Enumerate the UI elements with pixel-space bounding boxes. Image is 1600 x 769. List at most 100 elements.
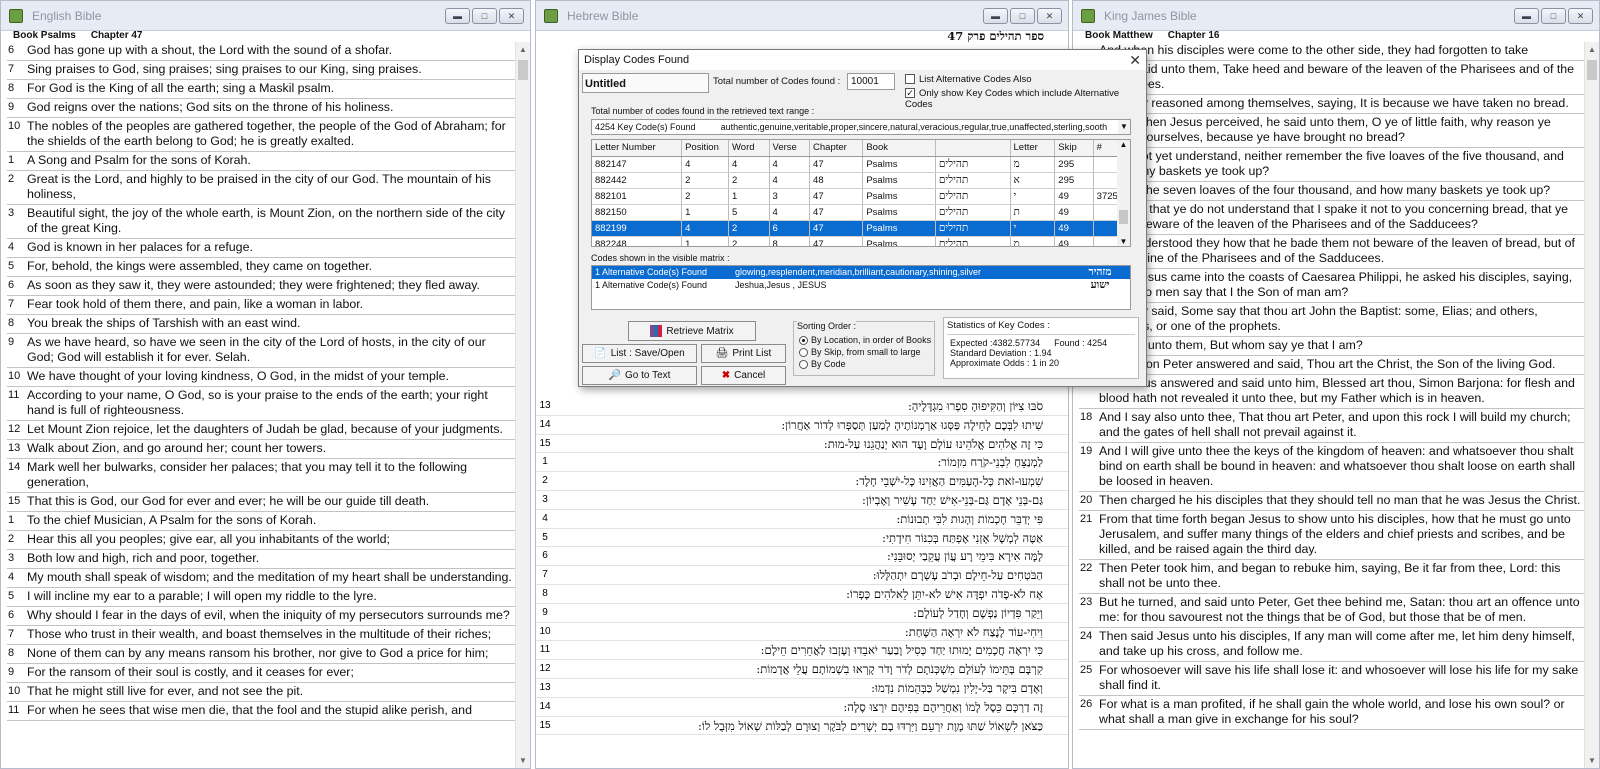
- verse-row[interactable]: 9 For the ransom of their soul is costly,…: [7, 664, 516, 683]
- verse-row[interactable]: Neither the seven loaves of the four tho…: [1079, 182, 1585, 201]
- sort-option-radio[interactable]: By Code: [799, 358, 931, 370]
- radio-icon[interactable]: [799, 336, 808, 346]
- verse-row[interactable]: 8 None of them can by any means ransom hi…: [7, 645, 516, 664]
- verse-row[interactable]: 9 God reigns over the nations; God sits o…: [7, 99, 516, 118]
- sort-option-radio[interactable]: By Skip, from small to large: [799, 346, 931, 358]
- verse-row[interactable]: 4 God is known in her palaces for a refug…: [7, 239, 516, 258]
- column-header[interactable]: Letter: [1010, 140, 1056, 157]
- verse-row[interactable]: And they reasoned among themselves, sayi…: [1079, 95, 1585, 114]
- visible-code-row[interactable]: 1 Alternative Code(s) Found glowing,respl…: [592, 266, 1130, 279]
- verse-row[interactable]: He saith unto them, But whom say ye that…: [1079, 337, 1585, 356]
- hebrew-verse-row[interactable]: 14 זֶה דַרְכָּם כֵּסֶל לָמוֹ וְאַחֲרֵיהֶם…: [536, 698, 1068, 717]
- name-field[interactable]: Untitled: [582, 73, 709, 93]
- scroll-down-icon[interactable]: ▼: [516, 753, 530, 768]
- only-key-codes-checkbox[interactable]: ✓ Only show Key Codes which include Alter…: [905, 88, 1146, 110]
- verse-row[interactable]: 6 As soon as they saw it, they were astou…: [7, 277, 516, 296]
- verse-row[interactable]: 18 And I say also unto thee, That thou ar…: [1079, 409, 1585, 443]
- close-button[interactable]: ✕: [499, 8, 524, 24]
- total-codes-input[interactable]: 10001: [847, 73, 895, 90]
- list-alt-codes-checkbox[interactable]: List Alternative Codes Also: [905, 74, 1031, 85]
- verse-row[interactable]: Jesus said unto them, Take heed and bewa…: [1079, 61, 1585, 95]
- scroll-down-icon[interactable]: ▼: [1585, 753, 1599, 768]
- column-header[interactable]: Letter Number: [592, 140, 683, 157]
- verse-row[interactable]: 16And Simon Peter answered and said, Tho…: [1079, 356, 1585, 375]
- verse-row[interactable]: And they said, Some say that thou art Jo…: [1079, 303, 1585, 337]
- column-header[interactable]: Verse: [769, 140, 811, 157]
- hebrew-verse-row[interactable]: 13 סֹבּוּ צִיּוֹן וְהַקִּיפוּהָ סִפְרוּ מ…: [536, 397, 1068, 416]
- close-button[interactable]: ✕: [1568, 8, 1593, 24]
- verse-row[interactable]: 3 Both low and high, rich and poor, toget…: [7, 550, 516, 569]
- print-list-button[interactable]: 🖨 Print List: [701, 344, 786, 363]
- dialog-close-icon[interactable]: ✕: [1129, 50, 1141, 70]
- verse-row[interactable]: 25 For whosoever will save his life shall…: [1079, 662, 1585, 696]
- column-header[interactable]: Chapter: [809, 140, 864, 157]
- hebrew-verse-row[interactable]: 15 כַּצֹּאן לִשְׁאוֹל שַׁתּוּ מָוֶת יִרְע…: [536, 717, 1068, 736]
- verse-row[interactable]: 8 You break the ships of Tarshish with an…: [7, 315, 516, 334]
- verse-row[interactable]: 23 But he turned, and said unto Peter, Ge…: [1079, 594, 1585, 628]
- scroll-down-icon[interactable]: ▼: [1117, 237, 1130, 246]
- table-row[interactable]: 882199 4 2 6 47 Psalms תהילים י 49: [592, 220, 1130, 237]
- hebrew-verse-row[interactable]: 11 כִּי יִרְאֶה חֲכָמִים יָמוּתוּ יַחַד כ…: [536, 641, 1068, 661]
- verse-row[interactable]: 6 Why should I fear in the days of evil, …: [7, 607, 516, 626]
- kjv-scrollbar[interactable]: ▲ ▼: [1584, 42, 1599, 768]
- verse-row[interactable]: Which when Jesus perceived, he said unto…: [1079, 114, 1585, 148]
- verse-row[interactable]: Do ye not yet understand, neither rememb…: [1079, 148, 1585, 182]
- column-header[interactable]: Word: [728, 140, 770, 157]
- scroll-thumb[interactable]: [1587, 60, 1597, 80]
- verse-row[interactable]: 10 The nobles of the peoples are gathered…: [7, 118, 516, 152]
- visible-code-row[interactable]: 1 Alternative Code(s) Found Jeshua,Jesus …: [592, 279, 1130, 292]
- table-row[interactable]: 882442 2 2 4 48 Psalms תהילים א 295: [592, 172, 1130, 189]
- scroll-up-icon[interactable]: ▲: [1117, 140, 1130, 149]
- list-save-open-button[interactable]: 📄 List : Save/Open: [582, 344, 697, 363]
- verse-row[interactable]: 7 Those who trust in their wealth, and bo…: [7, 626, 516, 645]
- verse-row[interactable]: 5 I will incline my ear to a parable; I w…: [7, 588, 516, 607]
- minimize-button[interactable]: ▬: [445, 8, 470, 24]
- hebrew-verse-row[interactable]: 13 וְאָדָם בִּיקָר בַּל-יָלִין נִמְשַׁל כ…: [536, 679, 1068, 698]
- key-codes-combo[interactable]: 4254 Key Code(s) Found authentic,genuine…: [591, 119, 1131, 135]
- column-header[interactable]: Skip: [1054, 140, 1094, 157]
- verse-row[interactable]: 1 A Song and Psalm for the sons of Korah.: [7, 152, 516, 171]
- scroll-up-icon[interactable]: ▲: [516, 42, 530, 57]
- checkbox-icon[interactable]: [905, 74, 915, 85]
- table-scrollbar[interactable]: ▲ ▼: [1117, 140, 1130, 246]
- column-header[interactable]: Position: [681, 140, 729, 157]
- verse-row[interactable]: 2 Hear this all you peoples; give ear, al…: [7, 531, 516, 550]
- verse-row[interactable]: 15 That this is God, our God for ever and…: [7, 493, 516, 512]
- verse-row[interactable]: 20 Then charged he his disciples that the…: [1079, 492, 1585, 511]
- table-row[interactable]: 882150 1 5 4 47 Psalms תהילים ת 49: [592, 204, 1130, 221]
- hebrew-verse-row[interactable]: 15 כִּי זֶה אֱלֹהִים אֱלֹהֵינוּ עוֹלָם וָ…: [536, 435, 1068, 454]
- cancel-button[interactable]: ✖ Cancel: [701, 366, 786, 385]
- verse-row[interactable]: 4 My mouth shall speak of wisdom; and the…: [7, 569, 516, 588]
- hebrew-verse-row[interactable]: 12 קִרְבָּם בָּתֵּימוֹ לְעוֹלָם מִשְׁכְּנ…: [536, 660, 1068, 679]
- hebrew-verse-row[interactable]: 14 שִׁיתוּ לִבְּכֶם לְחֵילָה פַּסְּגוּ אַ…: [536, 416, 1068, 435]
- verse-row[interactable]: 26 For what is a man profited, if he shal…: [1079, 696, 1585, 730]
- hebrew-verse-row[interactable]: 6 לָמָּה אִירָא בִּימֵי רָע עֲוֹן עֲקֵבַי…: [536, 547, 1068, 567]
- verse-row[interactable]: 9 As we have heard, so have we seen in th…: [7, 334, 516, 368]
- radio-icon[interactable]: [799, 348, 808, 358]
- verse-row[interactable]: 24 Then said Jesus unto his disciples, If…: [1079, 628, 1585, 662]
- table-row[interactable]: 882248 1 2 8 47 Psalms תהילים מ 49: [592, 236, 1130, 246]
- verse-row[interactable]: 19 And I will give unto thee the keys of …: [1079, 443, 1585, 492]
- verse-row[interactable]: 8 For God is the King of all the earth; s…: [7, 80, 516, 99]
- verse-row[interactable]: 10 We have thought of your loving kindnes…: [7, 368, 516, 387]
- verse-row[interactable]: 17And Jesus answered and said unto him, …: [1079, 375, 1585, 409]
- verse-row[interactable]: 5 For, behold, the kings were assembled, …: [7, 258, 516, 277]
- verse-row[interactable]: 7 Sing praises to God, sing praises; sing…: [7, 61, 516, 80]
- table-row[interactable]: 882101 2 1 3 47 Psalms תהילים י 49 3725: [592, 188, 1130, 205]
- maximize-button[interactable]: □: [1541, 8, 1566, 24]
- verse-row[interactable]: 6 God has gone up with a shout, the Lord …: [7, 42, 516, 61]
- hebrew-verse-row[interactable]: 9 וְיֵקַר פִּדְיוֹן נַפְשָׁם וְחָדַל לְעו…: [536, 604, 1068, 623]
- sort-option-radio[interactable]: By Location, in order of Books: [799, 334, 931, 346]
- verse-row[interactable]: 21 From that time forth began Jesus to sh…: [1079, 511, 1585, 560]
- verse-row[interactable]: 3 Beautiful sight, the joy of the whole e…: [7, 205, 516, 239]
- hebrew-verse-row[interactable]: 8 אָח לֹא-פָדֹה יִפְדֶּה אִישׁ לֹא-יִתֵּן…: [536, 585, 1068, 604]
- verse-row[interactable]: How is it that ye do not understand that…: [1079, 201, 1585, 235]
- scroll-thumb[interactable]: [518, 60, 528, 80]
- verse-row[interactable]: 7 Fear took hold of them there, and pain,…: [7, 296, 516, 315]
- hebrew-verse-row[interactable]: 10 וִיחִי-עוֹד לָנֶצַח לֹא יִרְאֶה הַשָּׁ…: [536, 623, 1068, 642]
- hebrew-verse-row[interactable]: 4 פִּי יְדַבֵּר חָכְמוֹת וְהָגוּת לִבִּי …: [536, 510, 1068, 529]
- maximize-button[interactable]: □: [472, 8, 497, 24]
- verse-row[interactable]: 13 Walk about Zion, and go around her; co…: [7, 440, 516, 459]
- verse-row[interactable]: 12 Let Mount Zion rejoice, let the daught…: [7, 421, 516, 440]
- verse-row[interactable]: 1 To the chief Musician, A Psalm for the …: [7, 512, 516, 531]
